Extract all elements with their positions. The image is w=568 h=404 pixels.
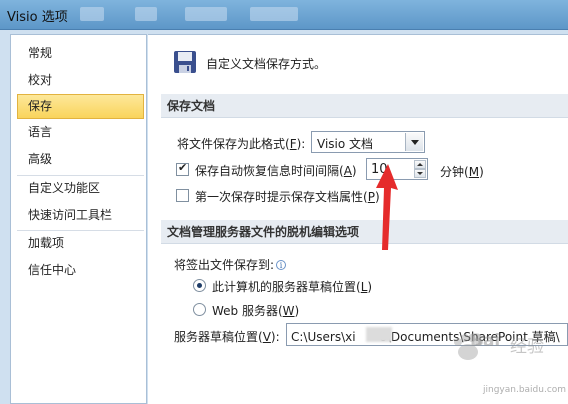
radio-local-drafts-label: 此计算机的服务器草稿位置(L) bbox=[212, 280, 373, 294]
title-bar: Visio 选项 bbox=[0, 0, 568, 30]
section-header-save-documents: 保存文档 bbox=[161, 94, 568, 118]
sidebar-item-general[interactable]: 常规 bbox=[17, 41, 144, 66]
sidebar-item-trust-center[interactable]: 信任中心 bbox=[17, 258, 144, 283]
radio-local-drafts[interactable] bbox=[193, 279, 206, 292]
annotation-arrow-icon bbox=[376, 164, 398, 250]
sidebar-item-quick-access-toolbar[interactable]: 快速访问工具栏 bbox=[17, 203, 144, 228]
drafts-location-label: 服务器草稿位置(V): bbox=[174, 330, 280, 344]
options-sidebar: 常规 校对 保存 语言 高级 自定义功能区 快速访问工具栏 加载项 信任中心 bbox=[10, 34, 147, 404]
blurred-ribbon-tab bbox=[250, 7, 298, 21]
sidebar-item-proofing[interactable]: 校对 bbox=[17, 68, 144, 93]
blurred-ribbon-tab bbox=[185, 7, 227, 21]
window-title: Visio 选项 bbox=[7, 10, 68, 25]
radio-web-server[interactable] bbox=[193, 303, 206, 316]
watermark-url: jingyan.baidu.com bbox=[483, 385, 567, 395]
blurred-ribbon-tab bbox=[135, 7, 157, 21]
sidebar-item-add-ins[interactable]: 加载项 bbox=[17, 231, 144, 256]
blurred-ribbon-tab bbox=[80, 7, 104, 21]
save-format-value: Visio 文档 bbox=[317, 137, 374, 151]
spin-down-icon[interactable] bbox=[414, 169, 426, 178]
chevron-down-icon[interactable] bbox=[405, 133, 423, 151]
save-format-label: 将文件保存为此格式(F): bbox=[177, 137, 306, 151]
info-icon: i bbox=[276, 260, 287, 270]
sidebar-item-language[interactable]: 语言 bbox=[17, 120, 144, 145]
watermark-cn: 经验 bbox=[510, 337, 544, 357]
sidebar-item-advanced[interactable]: 高级 bbox=[17, 147, 144, 172]
watermark-text: Bai bbox=[470, 331, 501, 351]
minutes-label: 分钟(M) bbox=[440, 165, 484, 179]
autorecover-label: 保存自动恢复信息时间间隔(A) bbox=[195, 164, 357, 178]
checkout-label: 将签出文件保存到: i bbox=[174, 256, 287, 273]
prompt-properties-checkbox[interactable] bbox=[176, 189, 189, 202]
page-header: 自定义文档保存方式。 bbox=[206, 57, 327, 71]
radio-web-server-label: Web 服务器(W) bbox=[212, 304, 300, 318]
save-format-dropdown[interactable]: Visio 文档 bbox=[311, 131, 425, 153]
spin-up-icon[interactable] bbox=[414, 160, 426, 169]
redacted-username bbox=[366, 327, 392, 342]
prompt-properties-label: 第一次保存时提示保存文档属性(P) bbox=[195, 190, 380, 204]
floppy-disk-icon bbox=[174, 51, 196, 73]
sidebar-item-customize-ribbon[interactable]: 自定义功能区 bbox=[17, 176, 144, 201]
sidebar-item-save[interactable]: 保存 bbox=[17, 94, 144, 119]
autorecover-checkbox[interactable] bbox=[176, 161, 189, 176]
